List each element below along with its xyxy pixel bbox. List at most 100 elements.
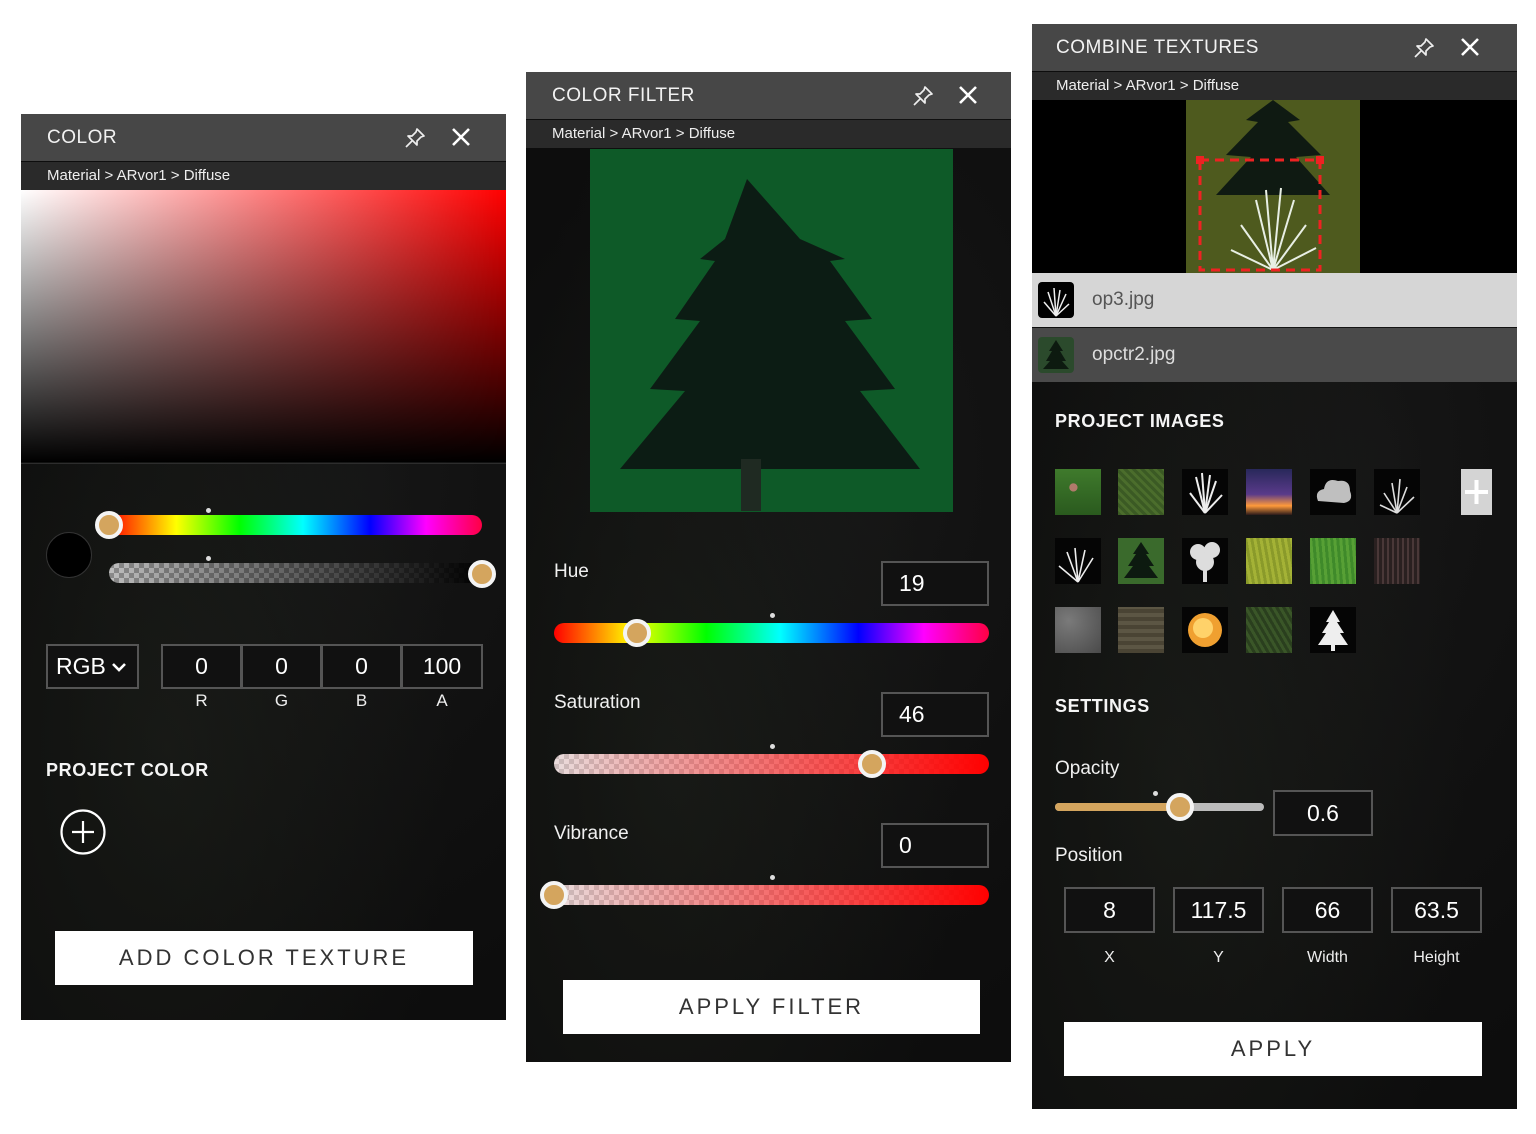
red-input[interactable]: 0 (161, 644, 242, 689)
layer-row-op3[interactable]: op3.jpg (1032, 273, 1517, 327)
saturation-input[interactable]: 46 (881, 692, 989, 737)
close-icon[interactable] (1458, 35, 1482, 59)
add-color-texture-button[interactable]: ADD COLOR TEXTURE (55, 931, 473, 985)
white-grass-image (1043, 287, 1070, 317)
fern-image[interactable] (1246, 607, 1292, 653)
green-input[interactable]: 0 (241, 644, 322, 689)
saturation-slider-handle[interactable] (857, 750, 886, 778)
close-icon[interactable] (956, 83, 980, 107)
plus-icon (1465, 480, 1488, 504)
panel-title: COLOR (47, 126, 118, 148)
hue-slider-handle[interactable] (95, 511, 123, 539)
hue-slider-tick (206, 508, 211, 513)
vibrance-slider[interactable] (554, 885, 989, 905)
hue-value: 19 (899, 570, 925, 596)
hue-slider[interactable] (554, 623, 989, 643)
white-pine-image[interactable] (1310, 607, 1356, 653)
color-filter-panel: COLOR FILTER Material > ARvor1 > Diffuse… (526, 72, 1011, 1062)
vibrance-slider-handle[interactable] (540, 881, 568, 909)
close-icon[interactable] (449, 125, 473, 149)
layer-thumbnail (1038, 282, 1074, 318)
hue-input[interactable]: 19 (881, 561, 989, 606)
opacity-slider-tick (1153, 791, 1158, 796)
height-value: 63.5 (1414, 896, 1459, 923)
pin-icon[interactable] (911, 84, 935, 108)
height-input[interactable]: 63.5 (1391, 887, 1482, 933)
hue-slider[interactable] (109, 515, 482, 535)
filter-preview (590, 149, 953, 512)
x-value: 8 (1103, 896, 1116, 923)
apply-filter-button[interactable]: APPLY FILTER (563, 980, 980, 1034)
position-label: Position (1055, 845, 1123, 866)
vibrance-input[interactable]: 0 (881, 823, 989, 868)
hue-label: Hue (554, 561, 589, 582)
layer-thumbnail (1038, 337, 1074, 373)
opacity-input[interactable]: 0.6 (1273, 790, 1373, 836)
opacity-value: 0.6 (1307, 799, 1339, 826)
color-mode-value: RGB (56, 653, 106, 679)
layer-row-opctr2[interactable]: opctr2.jpg (1032, 328, 1517, 382)
tree-image[interactable] (1118, 538, 1164, 584)
color-swatch (46, 532, 92, 578)
add-color-icon[interactable] (59, 808, 107, 856)
opacity-slider[interactable] (1055, 803, 1264, 811)
x-label: X (1104, 949, 1115, 966)
alpha-slider[interactable] (109, 563, 482, 583)
vibrance-slider-tick (770, 875, 775, 880)
combined-texture-image (1186, 100, 1360, 273)
saturation-value-picker[interactable] (21, 190, 506, 462)
color-mode-select[interactable]: RGB (46, 644, 139, 689)
sun-image[interactable] (1182, 607, 1228, 653)
cloud-image[interactable] (1310, 469, 1356, 515)
yellow-grass-image[interactable] (1246, 538, 1292, 584)
vibrance-value: 0 (899, 832, 912, 858)
dirt-image[interactable] (1118, 607, 1164, 653)
sunset-image[interactable] (1246, 469, 1292, 515)
blue-input[interactable]: 0 (321, 644, 402, 689)
add-image-button[interactable] (1461, 469, 1492, 515)
width-value: 66 (1314, 896, 1341, 923)
titlebar: COMBINE TEXTURES (1032, 24, 1517, 71)
pin-icon[interactable] (1412, 36, 1436, 60)
alpha-slider-tick (206, 556, 211, 561)
width-label: Width (1307, 949, 1348, 966)
chevron-down-icon (111, 662, 126, 672)
green-label: G (274, 691, 289, 710)
project-color-title: PROJECT COLOR (46, 760, 209, 780)
breadcrumb: Material > ARvor1 > Diffuse (1032, 72, 1517, 100)
apply-button[interactable]: APPLY (1064, 1022, 1482, 1076)
combine-textures-panel: COMBINE TEXTURES Material > ARvor1 > Dif… (1032, 24, 1517, 1109)
alpha-value: 100 (422, 653, 462, 679)
x-input[interactable]: 8 (1064, 887, 1155, 933)
grass-image[interactable] (1118, 469, 1164, 515)
panel-title: COMBINE TEXTURES (1056, 36, 1259, 58)
hue-slider-tick (770, 613, 775, 618)
white-grass-2-image[interactable] (1055, 538, 1101, 584)
vibrance-label: Vibrance (554, 823, 629, 844)
alpha-label: A (436, 691, 448, 710)
layer-name: opctr2.jpg (1092, 344, 1176, 365)
y-input[interactable]: 117.5 (1173, 887, 1264, 933)
white-tree-image[interactable] (1182, 538, 1228, 584)
flowers-image[interactable] (1055, 469, 1101, 515)
white-spikes-image[interactable] (1374, 469, 1420, 515)
pin-icon[interactable] (403, 126, 427, 150)
width-input[interactable]: 66 (1282, 887, 1373, 933)
project-images-title: PROJECT IMAGES (1055, 411, 1225, 431)
alpha-input[interactable]: 100 (401, 644, 483, 689)
alpha-slider-handle[interactable] (468, 560, 496, 588)
layer-name: op3.jpg (1092, 289, 1155, 310)
saturation-slider[interactable] (554, 754, 989, 774)
bark-image[interactable] (1374, 538, 1420, 584)
divider (21, 463, 506, 464)
red-value: 0 (195, 653, 208, 679)
green-grass-image[interactable] (1310, 538, 1356, 584)
opacity-slider-fill (1055, 803, 1181, 811)
panel-title: COLOR FILTER (552, 84, 695, 106)
concrete-image[interactable] (1055, 607, 1101, 653)
white-grass-image[interactable] (1182, 469, 1228, 515)
hue-slider-handle[interactable] (622, 619, 651, 647)
tree-image (620, 179, 920, 511)
settings-title: SETTINGS (1055, 696, 1150, 716)
height-label: Height (1413, 949, 1460, 966)
